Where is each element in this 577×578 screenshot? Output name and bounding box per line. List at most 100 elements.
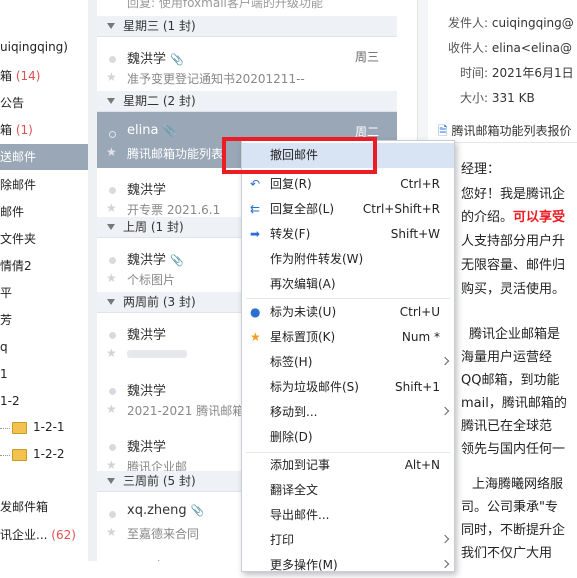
folder-item[interactable]: 1 [0,361,88,387]
menu-label: 星标置顶(K) [270,330,336,344]
menu-label: 导出邮件... [270,508,330,522]
unread-dot-icon: ● [250,305,261,319]
menu-item-move-to[interactable]: 移动到... [242,400,454,425]
menu-item-tags[interactable]: 标签(H) [242,350,454,375]
group-label: 星期二 (2 封) [123,94,196,108]
partial-subject: 回复: 使用foxmail客户端的升级功能 [127,0,323,10]
folder-label: 箱 [0,123,13,137]
folder-item-drafts[interactable]: 箱 (1) [0,117,88,143]
sender: 魏洪学 [127,253,167,268]
folder-label: 情倩2 [0,259,32,273]
group-label: 上周 (1 封) [123,220,184,234]
menu-item-add-note[interactable]: 添加到记事 Alt+N [242,453,454,478]
recipient-label: 收件人: [448,41,489,55]
folder-item-sent[interactable]: 送邮件 [0,144,88,170]
menu-label: 回复全部(L) [270,202,335,216]
folder-item-deleted[interactable]: 除邮件 [0,172,88,198]
attachment-icon: 📎 [162,124,177,137]
folder-label: 平 [0,286,13,300]
read-dot-icon [109,511,116,518]
star-icon[interactable]: ★ [106,458,117,472]
folder-label: 送邮件 [0,150,37,164]
star-icon: ★ [250,330,261,344]
star-icon[interactable]: ★ [106,201,117,215]
attachment-name: 腾讯邮箱功能列表报价 [451,124,572,138]
sender: 魏洪学 [127,328,167,343]
unread-count: (14) [15,69,41,83]
folder-item-announce[interactable]: 公告 [0,90,88,116]
body-highlight: 可以享受 [513,210,566,225]
folder-item[interactable]: q [0,334,88,360]
menu-label: 添加到记事 [270,458,331,472]
mail-subject: 开专票 2021.6.1 [127,203,221,217]
mail-subject: 腾讯邮箱功能列表 [127,147,224,161]
menu-item-delete[interactable]: 删除(D) [242,425,454,450]
menu-label: 翻译全文 [270,483,319,497]
menu-item-reply[interactable]: ↶ 回复(R) Ctrl+R [242,172,454,197]
star-icon[interactable]: ★ [106,402,117,416]
account-item-exmail[interactable]: 讯企业... (62) [0,522,88,548]
menu-label: 标为未读(U) [270,305,337,319]
submenu-arrow-icon [440,534,450,544]
menu-item-edit-again[interactable]: 再次编辑(A) [242,272,454,297]
body-line: 腾讯企业邮箱是 [469,327,561,342]
menu-item-mark-spam[interactable]: 标为垃圾邮件(S) Shift+1 [242,375,454,400]
size-value: 331 KB [491,91,535,105]
folder-item-myfolders[interactable]: 文件夹 [0,226,88,252]
folder-label: 邮件 [0,205,25,219]
menu-item-translate[interactable]: 翻译全文 [242,478,454,503]
folder-pane: uiqingqing) 箱 (14) 公告 箱 (1) 送邮件 除邮件 邮件 文… [0,0,89,561]
highlight-box [222,137,377,174]
body-line: 海量用户运营经 [461,350,553,365]
read-dot-icon [109,257,116,264]
tree-line [0,427,10,429]
menu-item-print[interactable]: 打印 [242,528,454,553]
folder-icon [12,421,27,434]
star-icon[interactable]: ★ [106,525,117,539]
mail-item[interactable]: ★ 魏洪学 📎 周三 准予变更登记通知书20201211-- [97,37,397,94]
collapse-icon [107,478,115,484]
recipient-value[interactable]: elina<elina@ [492,41,572,55]
folder-item[interactable]: 1-2 [0,388,88,414]
folder-item[interactable] [0,0,88,26]
time-label: 时间: [460,66,489,80]
attachment-icon: 📎 [170,53,184,66]
group-header[interactable]: 星期三 (1 封) [97,16,397,37]
star-icon[interactable]: ★ [106,271,117,285]
attachment-link[interactable]: 🗎 腾讯邮箱功能列表报价 [438,122,572,143]
menu-item-export[interactable]: 导出邮件... [242,503,454,528]
group-header[interactable]: 星期二 (2 封) [97,91,397,112]
menu-item-forward-attachment[interactable]: 作为附件转发(W) [242,247,454,272]
menu-item-forward[interactable]: ➡ 转发(F) Shift+W [242,222,454,247]
folder-item-inbox[interactable]: 箱 (14) [0,63,88,89]
star-icon[interactable]: ★ [106,70,117,84]
folder-item-outbox[interactable]: 发邮件箱 [0,494,88,520]
star-icon[interactable]: ★ [106,346,117,360]
menu-item-reply-all[interactable]: ⇇ 回复全部(L) Ctrl+Shift+R [242,197,454,222]
menu-item-star[interactable]: ★ 星标置顶(K) Num * [242,325,454,350]
folder-item[interactable]: 情倩2 [0,253,88,279]
folder-label: uiqingqing) [0,40,68,54]
group-label: 两周前 (3 封) [123,295,196,309]
folder-item[interactable]: 芳 [0,307,88,333]
menu-item-more[interactable]: 更多操作(M) [242,553,454,578]
sender-value[interactable]: cuiqingqing@ [492,16,574,30]
folder-item-junk[interactable]: 邮件 [0,199,88,225]
body-line: 上海腾曦网络服 [472,477,564,492]
read-dot-icon [109,444,116,451]
menu-item-mark-unread[interactable]: ● 标为未读(U) Ctrl+U [242,300,454,325]
mail-subject: 准予变更登记通知书20201211-- [127,72,305,86]
tree-line [0,454,10,456]
star-icon[interactable]: ★ [106,145,117,159]
menu-separator [246,298,450,299]
folder-label: 除邮件 [0,178,37,192]
sender: 魏洪学 [127,183,167,198]
menu-shortcut: Ctrl+U [399,305,440,319]
folder-label: 讯企业... [0,528,48,542]
account-item[interactable]: uiqingqing) [0,34,88,60]
folder-item-subfolder[interactable]: 1-2-1 [0,414,88,440]
document-icon: 🗎 [438,124,448,138]
folder-item-subfolder[interactable]: 1-2-2 [0,441,88,467]
folder-item[interactable]: 平 [0,280,88,306]
menu-label: 删除(D) [270,430,313,444]
